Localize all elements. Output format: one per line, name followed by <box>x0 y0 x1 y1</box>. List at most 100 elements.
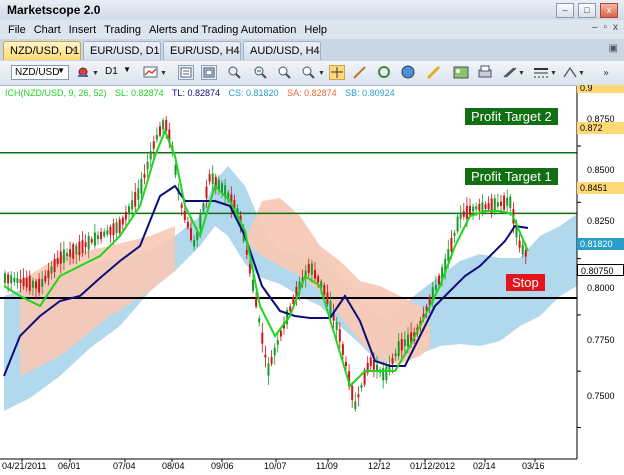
zoom-fit-icon[interactable] <box>276 65 292 80</box>
maximize-button[interactable]: □ <box>578 3 596 18</box>
candle-body <box>202 202 205 211</box>
x-tick-label: 04/21/2011 <box>2 461 47 471</box>
symbol-select[interactable]: NZD/USD ▼ <box>11 65 69 80</box>
candle-body <box>453 232 456 236</box>
candle-body <box>155 134 158 140</box>
chart-type-icon[interactable] <box>143 65 159 80</box>
x-tick-label: 07/04 <box>113 461 136 471</box>
candle-body <box>335 322 338 331</box>
candle-body <box>193 240 196 247</box>
minimize-button[interactable]: – <box>556 3 574 18</box>
candle-body <box>140 178 143 194</box>
stop-label: Stop <box>506 274 545 291</box>
symbol-search-icon[interactable] <box>76 65 92 80</box>
candle-body <box>162 120 165 130</box>
candle-body <box>369 357 372 367</box>
candle-body <box>38 278 41 293</box>
drawing-tools-icon[interactable] <box>502 65 518 80</box>
price-chart[interactable]: ICH(NZD/USD, 9, 26, 52) SL: 0.82874 TL: … <box>0 85 624 475</box>
candle-body <box>267 363 270 376</box>
candle-body <box>382 368 385 381</box>
tab-audusd-h4[interactable]: AUD/USD, H4 <box>243 41 321 60</box>
candle-body <box>72 244 75 259</box>
svg-text:»: » <box>603 68 609 79</box>
candle-body <box>329 301 332 314</box>
menu-chart[interactable]: Chart <box>30 24 65 36</box>
lines-icon[interactable] <box>533 65 549 80</box>
crosshair-icon[interactable] <box>329 65 345 80</box>
candle-body <box>75 245 78 254</box>
close-button[interactable]: x <box>600 3 618 18</box>
candle-body <box>354 401 357 409</box>
candle-body <box>41 279 44 287</box>
tab-eurusd-d1[interactable]: EUR/USD, D1 <box>83 41 161 60</box>
x-tick-label: 11/09 <box>316 461 338 471</box>
candle-body <box>109 226 112 235</box>
candle-body <box>478 204 481 211</box>
x-tick-label: 01/12/2012 <box>410 461 456 471</box>
candle-body <box>360 384 363 389</box>
candle-body <box>465 205 468 219</box>
add-indicator-icon[interactable] <box>178 65 194 80</box>
candle-body <box>307 263 310 273</box>
legend-tl: TL: 0.82874 <box>171 88 220 98</box>
legend-name: ICH(NZD/USD, 9, 26, 52) <box>5 88 107 98</box>
candle-body <box>394 353 397 357</box>
candle-body <box>279 330 282 337</box>
chart-properties-icon[interactable] <box>201 65 217 80</box>
indicator-legend: ICH(NZD/USD, 9, 26, 52) SL: 0.82874 TL: … <box>5 88 401 98</box>
candle-body <box>506 197 509 206</box>
candle-body <box>524 249 527 257</box>
ruler-icon[interactable] <box>426 65 442 80</box>
menu-alerts[interactable]: Alerts and Trading Automation <box>145 24 300 36</box>
fibonacci-icon[interactable] <box>562 65 578 80</box>
draw-tool-icon[interactable] <box>352 65 368 80</box>
menu-help[interactable]: Help <box>300 24 331 36</box>
candle-body <box>62 249 65 263</box>
candle-body <box>53 259 56 273</box>
candle-body <box>496 202 499 207</box>
image-icon[interactable] <box>453 65 469 80</box>
y-tick-label: 0.7750 <box>587 335 615 345</box>
zoom-in-icon[interactable] <box>226 65 242 80</box>
candle-body <box>397 341 400 357</box>
title-bar: Marketscope 2.0 – □ x <box>0 0 624 21</box>
tab-list-icon[interactable]: ▣ <box>609 43 618 54</box>
x-tick-label: 02/14 <box>473 461 496 471</box>
tab-nzdusd-d1[interactable]: NZD/USD, D1 × <box>3 41 81 60</box>
globe-icon[interactable] <box>400 65 416 80</box>
candle-body <box>434 284 437 290</box>
zoom-out-icon[interactable] <box>252 65 268 80</box>
close-tab-icon[interactable]: × <box>70 45 76 56</box>
tab-label: NZD/USD, D1 <box>10 45 80 57</box>
menu-insert[interactable]: Insert <box>65 24 101 36</box>
candle-body <box>190 228 192 240</box>
candle-body <box>87 236 90 250</box>
menu-file[interactable]: File <box>4 24 30 36</box>
candle-body <box>146 161 149 170</box>
candle-body <box>56 258 59 265</box>
candle-body <box>93 232 96 246</box>
doc-close-button[interactable]: x <box>613 22 618 33</box>
refresh-icon[interactable] <box>376 65 392 80</box>
legend-sb: SB: 0.80924 <box>345 88 395 98</box>
timeframe-select[interactable]: D1 ▼ <box>102 65 134 80</box>
candle-body <box>509 196 512 209</box>
candle-body <box>7 274 10 284</box>
candle-body <box>10 275 13 284</box>
candle-body <box>475 206 478 210</box>
x-tick-label: 03/16 <box>522 461 545 471</box>
candle-body <box>149 151 152 160</box>
x-tick-label: 08/04 <box>162 461 185 471</box>
candle-body <box>13 277 16 282</box>
menu-trading[interactable]: Trading <box>100 24 145 36</box>
doc-restore-button[interactable]: ▫ <box>603 22 607 33</box>
print-icon[interactable] <box>477 65 493 80</box>
tab-eurusd-h4[interactable]: EUR/USD, H4 <box>163 41 241 60</box>
magnifier-icon[interactable] <box>300 65 316 80</box>
legend-sa: SA: 0.82874 <box>287 88 337 98</box>
doc-minimize-button[interactable]: – <box>592 22 598 33</box>
candle-body <box>31 280 34 288</box>
candle-body <box>44 275 47 282</box>
toolbar-overflow-icon[interactable]: » <box>601 65 615 80</box>
